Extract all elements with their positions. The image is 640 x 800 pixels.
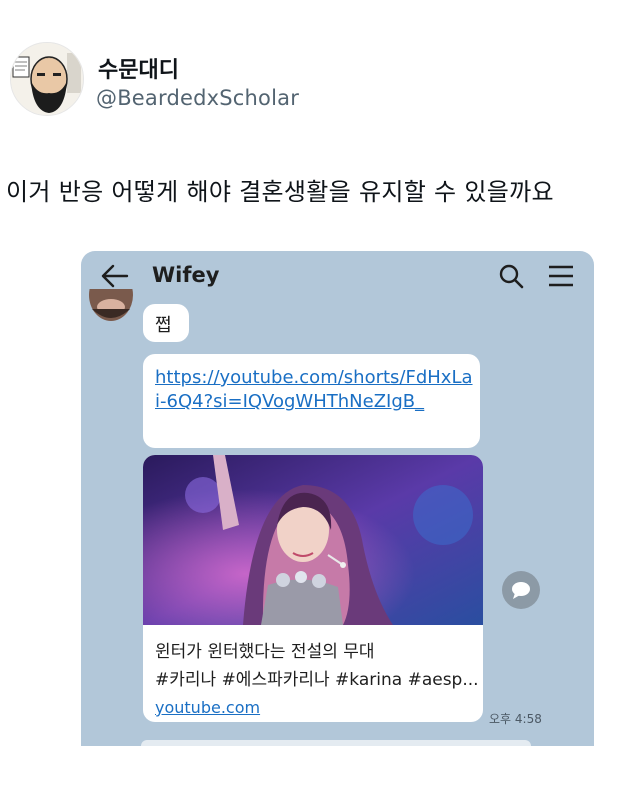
search-icon[interactable]: [497, 262, 525, 290]
author-avatar[interactable]: [10, 42, 84, 116]
preview-description: #카리나 #에스파카리나 #karina #aesp...: [155, 670, 479, 690]
message-bubble: 쩝: [143, 304, 189, 342]
author-handle[interactable]: @BeardedxScholar: [96, 86, 299, 110]
share-button[interactable]: [502, 571, 540, 609]
preview-domain[interactable]: youtube.com: [155, 698, 260, 717]
video-thumbnail[interactable]: [143, 455, 483, 625]
input-bar[interactable]: [81, 737, 594, 746]
message-time: 오후 4:58: [489, 712, 542, 726]
hamburger-menu-icon[interactable]: [547, 263, 575, 289]
preview-title[interactable]: 윈터가 윈터했다는 전설의 무대: [155, 637, 375, 662]
tweet-header: 수문대디 @BeardedxScholar: [0, 0, 640, 130]
sender-avatar[interactable]: [88, 289, 134, 323]
chat-title: Wifey: [152, 263, 220, 287]
back-arrow-icon[interactable]: [100, 263, 130, 289]
chat-topbar: Wifey: [81, 251, 594, 301]
youtube-link[interactable]: https://youtube.com/shorts/FdHxLai-6Q4?s…: [155, 366, 475, 414]
link-preview-card[interactable]: 윈터가 윈터했다는 전설의 무대 #카리나 #에스파카리나 #karina #a…: [143, 455, 483, 722]
bearded-man-avatar-icon: [11, 43, 83, 115]
message-text: 쩝: [155, 315, 172, 336]
speech-bubble-icon: [512, 582, 530, 599]
tweet-text: 이거 반응 어떻게 해야 결혼생활을 유지할 수 있을까요: [6, 178, 554, 206]
message-bubble-link: https://youtube.com/shorts/FdHxLai-6Q4?s…: [143, 354, 480, 448]
chat-screenshot: Wifey 쩝 https://youtube.com/shorts/FdHxL…: [81, 251, 594, 746]
author-name[interactable]: 수문대디: [98, 52, 179, 84]
